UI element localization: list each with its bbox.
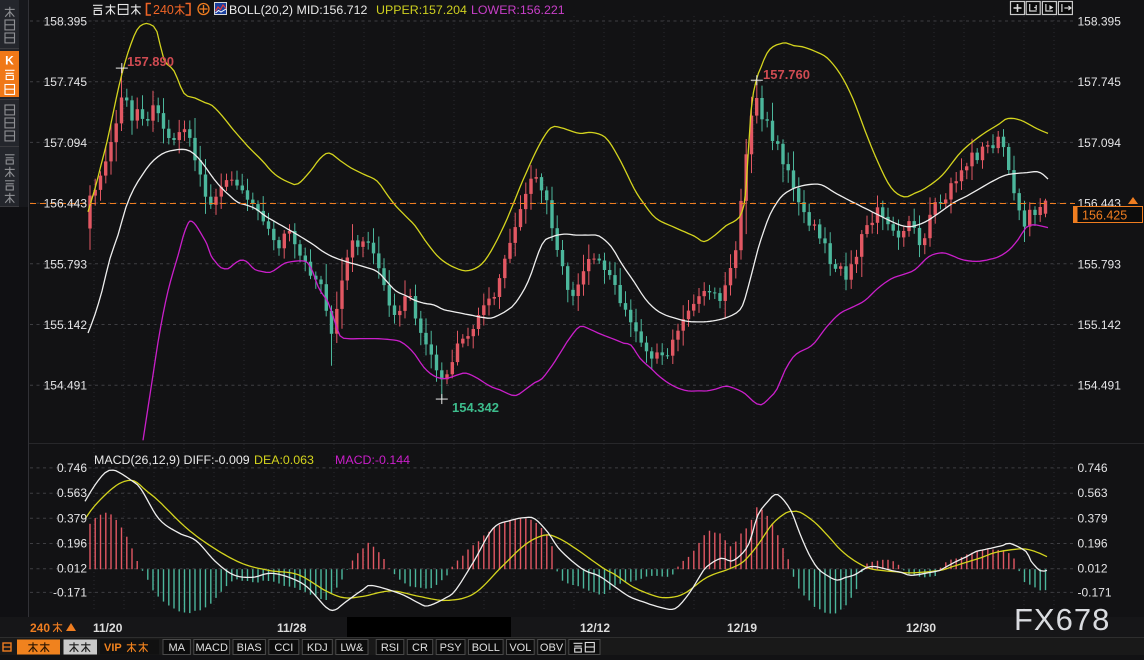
svg-text:VIP: VIP [104,642,122,654]
svg-text:MACD(26,12,9) DIFF:-0.009: MACD(26,12,9) DIFF:-0.009 [94,453,250,467]
svg-text:MACD:-0.144: MACD:-0.144 [335,453,410,467]
svg-text:0.563: 0.563 [1078,486,1108,500]
svg-text:11/28: 11/28 [277,621,307,635]
svg-text:KDJ: KDJ [307,642,328,654]
svg-text:-0.171: -0.171 [53,585,87,599]
svg-text:0.379: 0.379 [57,511,87,525]
svg-text:-0.171: -0.171 [1078,585,1112,599]
svg-text:157.094: 157.094 [44,136,88,150]
svg-text:0.012: 0.012 [57,562,87,576]
svg-text:155.793: 155.793 [44,257,88,271]
svg-text:12/12: 12/12 [580,621,610,635]
svg-text:DEA:0.063: DEA:0.063 [254,453,314,467]
svg-text:0.379: 0.379 [1078,511,1108,525]
svg-text:154.491: 154.491 [44,379,88,393]
svg-text:12/19: 12/19 [727,621,757,635]
svg-text:BOLL(20,2) MID:156.712: BOLL(20,2) MID:156.712 [229,3,368,17]
svg-text:157.745: 157.745 [1078,75,1122,89]
svg-text:VOL: VOL [509,642,531,654]
svg-text:0.012: 0.012 [1078,562,1108,576]
svg-text:MACD: MACD [196,642,228,654]
svg-text:PSY: PSY [440,642,463,654]
svg-text:OBV: OBV [540,642,564,654]
svg-text:RSI: RSI [381,642,399,654]
svg-text:LW&: LW& [340,642,364,654]
svg-text:BOLL: BOLL [472,642,500,654]
svg-text:12/30: 12/30 [906,621,936,635]
svg-text:0.563: 0.563 [57,486,87,500]
svg-text:156.443: 156.443 [44,197,88,211]
svg-text:0.196: 0.196 [1078,537,1108,551]
svg-text:156.425: 156.425 [1082,209,1127,223]
svg-text:0.746: 0.746 [1078,461,1108,475]
svg-text:157.745: 157.745 [44,75,88,89]
svg-text:157.760: 157.760 [763,67,810,82]
svg-text:157.094: 157.094 [1078,136,1122,150]
svg-text:155.142: 155.142 [1078,318,1122,332]
svg-text:FX678: FX678 [1014,602,1110,637]
svg-text:154.491: 154.491 [1078,379,1122,393]
svg-text:155.142: 155.142 [44,318,88,332]
svg-text:155.793: 155.793 [1078,257,1122,271]
svg-text:UPPER:157.204: UPPER:157.204 [376,3,467,17]
svg-text:K: K [5,54,14,68]
svg-text:240: 240 [153,3,174,17]
svg-text:158.395: 158.395 [1078,15,1122,29]
svg-text:154.342: 154.342 [452,400,499,415]
svg-text:BIAS: BIAS [237,642,262,654]
svg-text:MA: MA [168,642,185,654]
svg-text:158.395: 158.395 [44,15,88,29]
svg-text:11/20: 11/20 [93,621,123,635]
svg-text:0.196: 0.196 [57,537,87,551]
svg-text:CR: CR [412,642,428,654]
svg-text:CCI: CCI [274,642,293,654]
svg-text:240: 240 [30,621,50,635]
svg-text:0.746: 0.746 [57,461,87,475]
svg-text:157.890: 157.890 [127,54,174,69]
svg-text:LOWER:156.221: LOWER:156.221 [471,3,565,17]
